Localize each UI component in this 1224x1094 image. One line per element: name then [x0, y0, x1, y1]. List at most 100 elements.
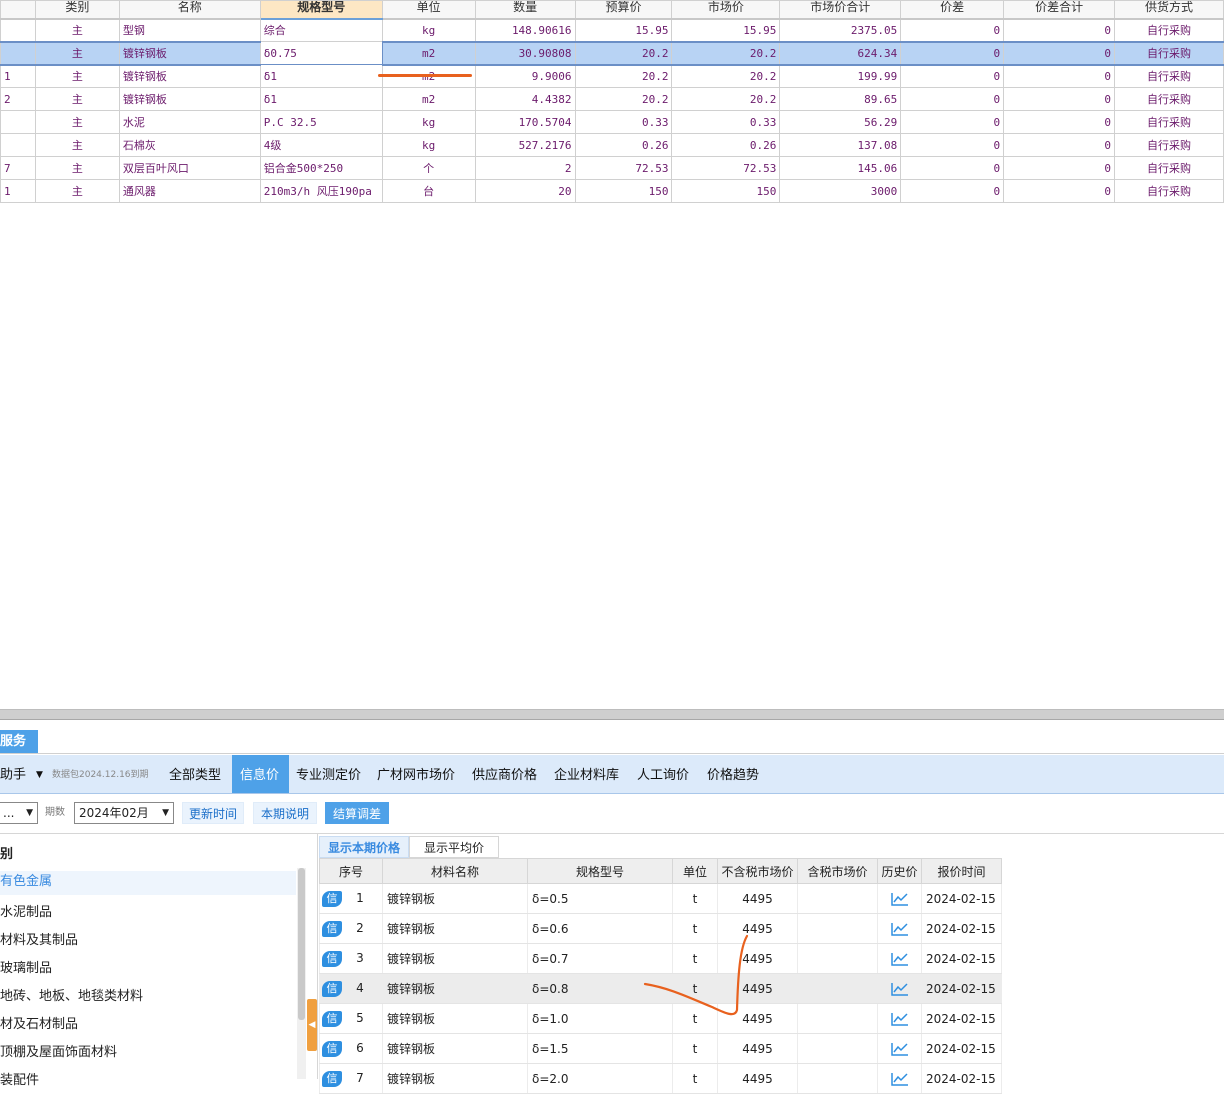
- table-row[interactable]: 主石棉灰 4级 kg 527.2176 0.26 0.26 137.08 0 0 自行采购: [0, 133, 1224, 157]
- price-incl-tax-cell[interactable]: [797, 1033, 878, 1064]
- seq-cell[interactable]: 信1: [319, 883, 383, 914]
- col-header[interactable]: 价差合计: [1003, 0, 1116, 20]
- col-header[interactable]: 市场价合计: [779, 0, 902, 20]
- history-price-cell[interactable]: [877, 913, 922, 944]
- market-price-cell[interactable]: 72.53: [671, 156, 781, 180]
- spec-cell[interactable]: δ=0.8: [527, 973, 673, 1004]
- supply-cell[interactable]: 自行采购: [1114, 110, 1224, 134]
- type-cell[interactable]: 主: [34, 18, 120, 42]
- settle-adjust-button[interactable]: 结算调差: [325, 802, 389, 824]
- diff-total-cell[interactable]: 0: [1003, 40, 1116, 66]
- type-cell[interactable]: 主: [34, 110, 120, 134]
- budget-price-cell[interactable]: 0.26: [574, 133, 673, 157]
- col-header[interactable]: 类别: [34, 0, 120, 20]
- update-time-button[interactable]: 更新时间: [182, 802, 244, 824]
- spec-cell[interactable]: δ0.75: [259, 41, 383, 65]
- spec-cell[interactable]: 210m3/h 风压190pa: [259, 179, 383, 203]
- budget-price-cell[interactable]: 15.95: [574, 18, 673, 42]
- qty-cell[interactable]: 170.5704: [474, 110, 576, 134]
- market-total-cell[interactable]: 89.65: [779, 87, 902, 111]
- qty-cell[interactable]: 527.2176: [474, 133, 576, 157]
- material-name-cell[interactable]: 镀锌钢板: [382, 913, 528, 944]
- budget-price-cell[interactable]: 150: [574, 179, 673, 203]
- trend-chart-icon[interactable]: [890, 1041, 910, 1057]
- diff-total-cell[interactable]: 0: [1003, 64, 1116, 88]
- history-price-cell[interactable]: [877, 1003, 922, 1034]
- diff-cell[interactable]: 0: [900, 87, 1005, 111]
- quote-date-cell[interactable]: 2024-02-15: [921, 943, 1002, 974]
- diff-total-cell[interactable]: 0: [1003, 110, 1116, 134]
- unit-cell[interactable]: t: [672, 973, 718, 1004]
- unit-cell[interactable]: kg: [381, 18, 476, 42]
- table-row[interactable]: 信 6 镀锌钢板 δ=1.5 t 4495 2024-02-15: [319, 1033, 1002, 1064]
- quote-date-cell[interactable]: 2024-02-15: [921, 1003, 1002, 1034]
- unit-cell[interactable]: t: [672, 1033, 718, 1064]
- tree-item[interactable]: 玻璃制品: [0, 957, 52, 976]
- name-cell[interactable]: 双层百叶风口: [118, 156, 261, 180]
- supply-cell[interactable]: 自行采购: [1114, 179, 1224, 203]
- period-note-button[interactable]: 本期说明: [253, 802, 317, 824]
- budget-price-cell[interactable]: 0.33: [574, 110, 673, 134]
- material-name-cell[interactable]: 镀锌钢板: [382, 943, 528, 974]
- tab-measured-price[interactable]: 专业测定价: [292, 755, 365, 793]
- market-total-cell[interactable]: 56.29: [779, 110, 902, 134]
- budget-price-cell[interactable]: 72.53: [574, 156, 673, 180]
- name-cell[interactable]: 通风器: [118, 179, 261, 203]
- table-row[interactable]: 信 1 镀锌钢板 δ=0.5 t 4495 2024-02-15: [319, 883, 1002, 914]
- col-header[interactable]: 含税市场价: [797, 858, 878, 884]
- unit-cell[interactable]: kg: [381, 133, 476, 157]
- quote-date-cell[interactable]: 2024-02-15: [921, 973, 1002, 1004]
- table-row[interactable]: 主镀锌钢板 δ0.75 m2 30.90808 20.2 20.2 624.34 0 0 自行采购: [0, 40, 1224, 66]
- spec-cell[interactable]: δ=0.7: [527, 943, 673, 974]
- price-incl-tax-cell[interactable]: [797, 943, 878, 974]
- spec-cell[interactable]: δ=1.0: [527, 1003, 673, 1034]
- spec-cell[interactable]: 4级: [259, 133, 383, 157]
- qty-cell[interactable]: 9.9006: [474, 64, 576, 88]
- table-row[interactable]: 主型钢 综合 kg 148.90616 15.95 15.95 2375.05 0 0 自行采购: [0, 18, 1224, 42]
- tree-item-nonferrous[interactable]: 有色金属: [0, 871, 296, 895]
- seq-cell[interactable]: 信6: [319, 1033, 383, 1064]
- diff-cell[interactable]: 0: [900, 156, 1005, 180]
- type-cell[interactable]: 主: [34, 133, 120, 157]
- collapse-panel-icon[interactable]: ◀: [307, 999, 317, 1051]
- row-code[interactable]: [0, 40, 36, 66]
- material-name-cell[interactable]: 镀锌钢板: [382, 883, 528, 914]
- unit-cell[interactable]: kg: [381, 110, 476, 134]
- table-row[interactable]: 1主镀锌钢板δ1m29.900620.220.2199.9900自行采购: [0, 64, 1224, 88]
- budget-price-cell[interactable]: 20.2: [574, 87, 673, 111]
- price-incl-tax-cell[interactable]: [797, 1003, 878, 1034]
- col-header[interactable]: 市场价: [671, 0, 781, 20]
- market-total-cell[interactable]: 137.08: [779, 133, 902, 157]
- row-code[interactable]: [0, 133, 36, 157]
- price-incl-tax-cell[interactable]: [797, 883, 878, 914]
- market-total-cell[interactable]: 2375.05: [779, 18, 902, 42]
- tab-price-trend[interactable]: 价格趋势: [703, 755, 763, 793]
- row-code[interactable]: 7: [0, 156, 36, 180]
- price-excl-tax-cell[interactable]: 4495: [717, 1033, 798, 1064]
- tree-item[interactable]: 地砖、地板、地毯类材料: [0, 985, 143, 1004]
- material-name-cell[interactable]: 镀锌钢板: [382, 973, 528, 1004]
- service-tab[interactable]: 服务: [0, 730, 38, 754]
- diff-cell[interactable]: 0: [900, 110, 1005, 134]
- qty-cell[interactable]: 2: [474, 156, 576, 180]
- supply-cell[interactable]: 自行采购: [1114, 133, 1224, 157]
- tab-manual-inquiry[interactable]: 人工询价: [633, 755, 693, 793]
- table-row[interactable]: 信 5 镀锌钢板 δ=1.0 t 4495 2024-02-15: [319, 1003, 1002, 1034]
- supply-cell[interactable]: 自行采购: [1114, 40, 1224, 66]
- spec-cell[interactable]: δ1: [259, 87, 383, 111]
- price-excl-tax-cell[interactable]: 4495: [717, 973, 798, 1004]
- unit-cell[interactable]: 个: [381, 156, 476, 180]
- quote-date-cell[interactable]: 2024-02-15: [921, 1033, 1002, 1064]
- tab-supplier-price[interactable]: 供应商价格: [468, 755, 541, 793]
- scrollbar-thumb[interactable]: [298, 868, 305, 1020]
- tree-item[interactable]: 材料及其制品: [0, 929, 78, 948]
- qty-cell[interactable]: 30.90808: [474, 40, 576, 66]
- market-price-cell[interactable]: 20.2: [671, 87, 781, 111]
- name-cell[interactable]: 水泥: [118, 110, 261, 134]
- diff-cell[interactable]: 0: [900, 18, 1005, 42]
- unit-cell[interactable]: 台: [381, 179, 476, 203]
- market-price-cell[interactable]: 15.95: [671, 18, 781, 42]
- col-header[interactable]: 材料名称: [382, 858, 528, 884]
- tree-item[interactable]: 水泥制品: [0, 901, 52, 920]
- row-code[interactable]: 1: [0, 64, 36, 88]
